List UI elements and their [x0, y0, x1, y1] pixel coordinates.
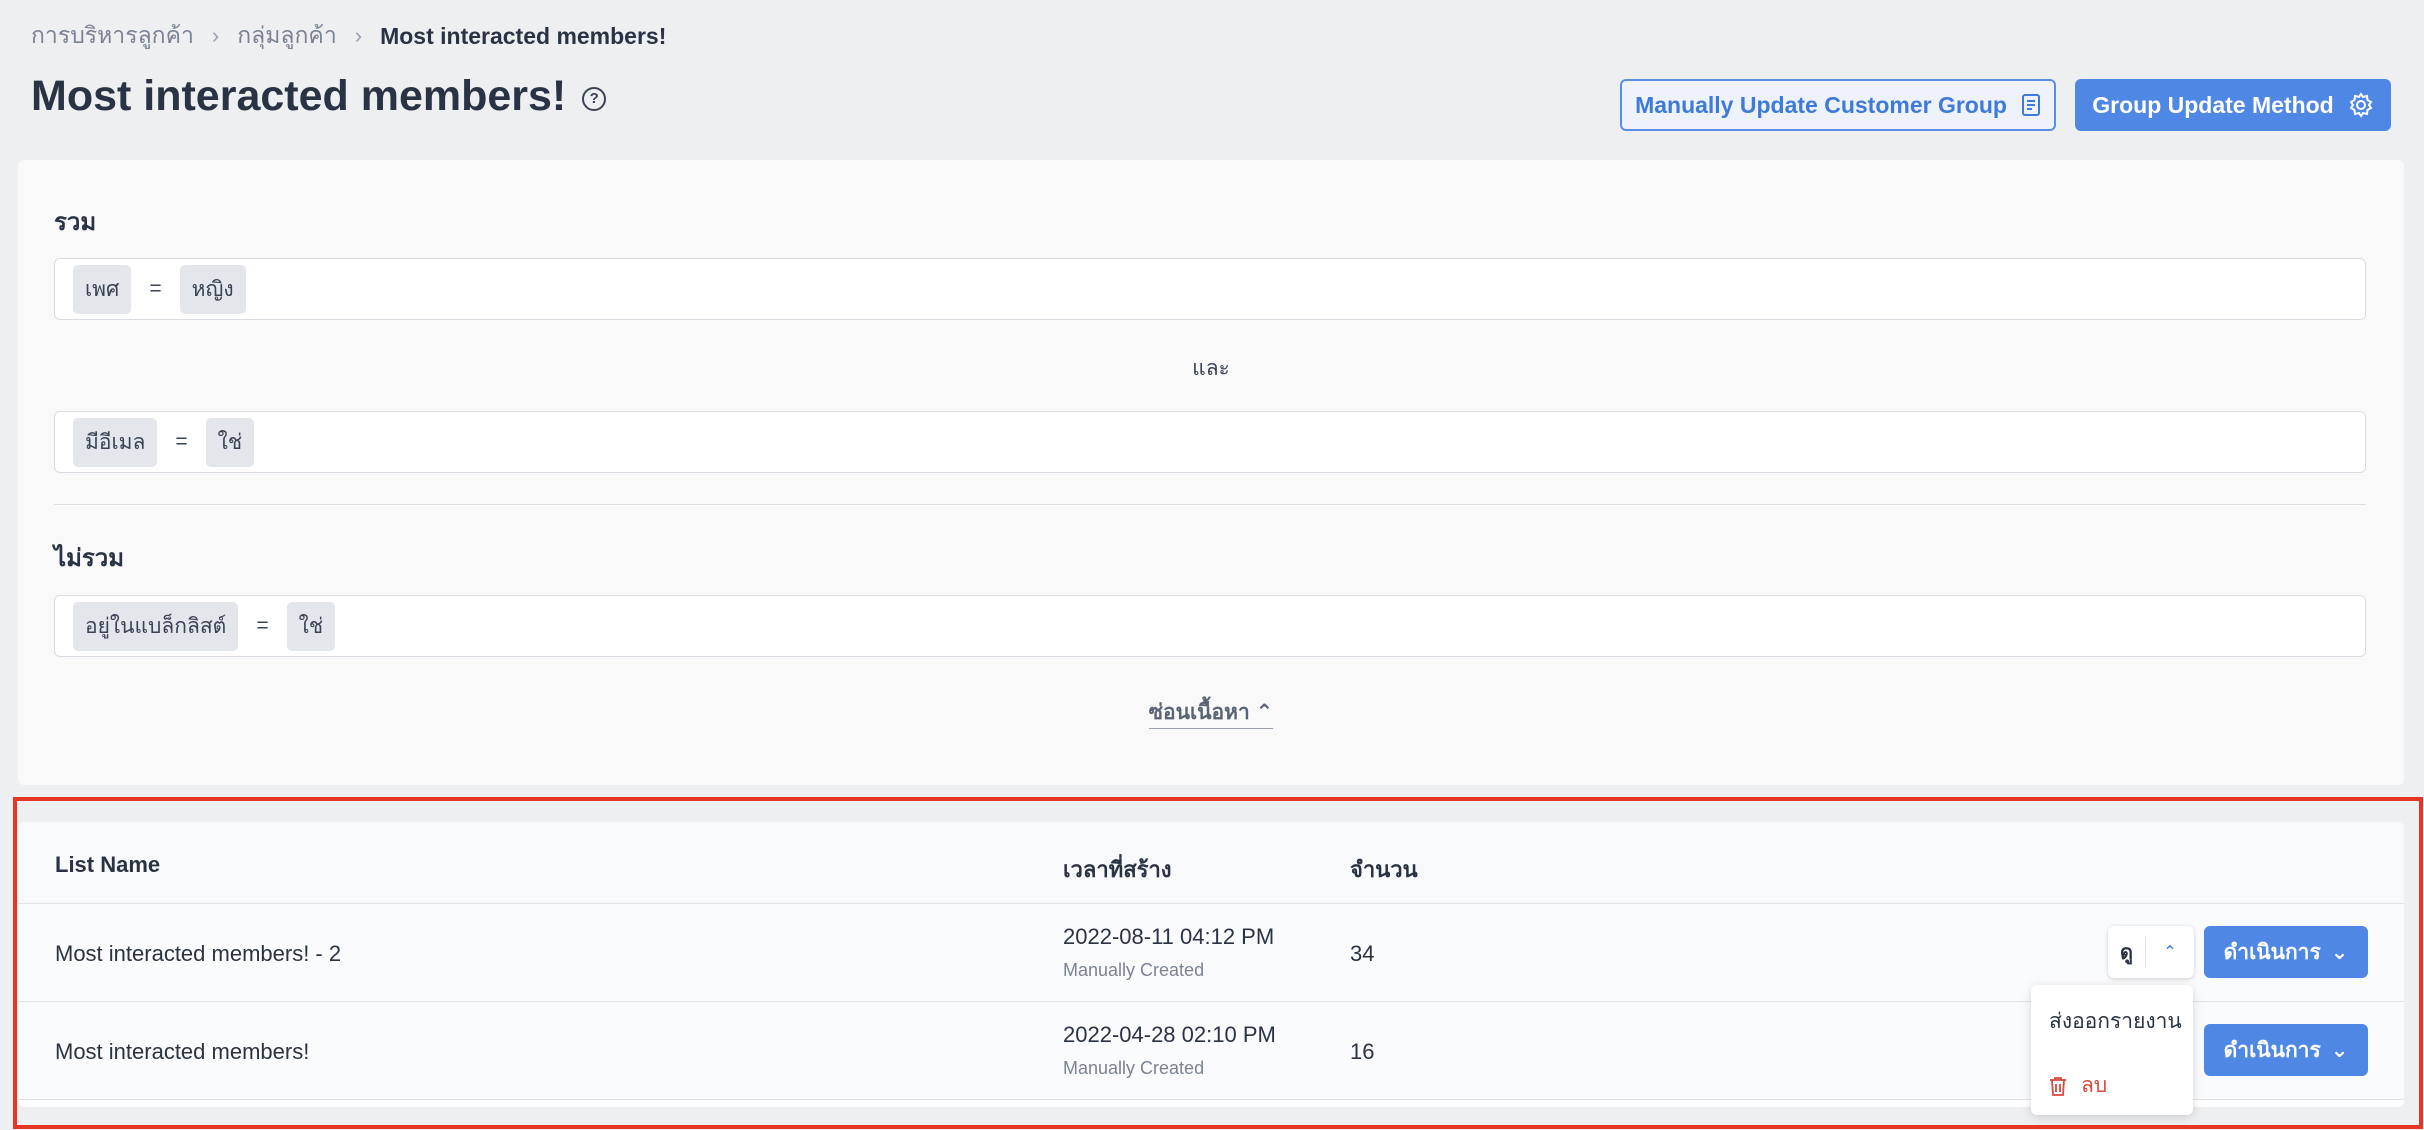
column-header-count: จำนวน: [1350, 857, 1418, 882]
group-update-method-label: Group Update Method: [2092, 91, 2334, 118]
page-title: Most interacted members! ?: [31, 72, 607, 121]
created-method-cell: Manually Created: [1063, 960, 1205, 980]
table-header: List Name เวลาที่สร้าง จำนวน: [18, 822, 2404, 904]
view-split-button: ดู ⌃: [2108, 926, 2194, 978]
condition-operator: =: [149, 277, 162, 300]
condition-box-email: มีอีเมล = ใช่: [54, 411, 2366, 473]
list-name-cell: Most interacted members! - 2: [55, 941, 342, 966]
help-icon[interactable]: ?: [582, 86, 607, 111]
delete-label: ลบ: [2081, 1074, 2108, 1097]
column-header-created-time: เวลาที่สร้าง: [1063, 857, 1172, 882]
action-dropdown-button[interactable]: ดำเนินการ ⌄: [2204, 926, 2368, 978]
include-label: รวม: [54, 209, 97, 236]
condition-operator: =: [175, 430, 188, 453]
chevron-right-icon: ›: [354, 23, 363, 48]
manually-update-customer-group-button[interactable]: Manually Update Customer Group: [1620, 79, 2056, 131]
chevron-up-icon[interactable]: ⌃: [2146, 942, 2194, 962]
clipboard-icon: [2021, 94, 2040, 116]
and-label: และ: [1192, 357, 1230, 380]
count-cell: 34: [1350, 941, 1375, 966]
trash-icon: [2050, 1076, 2066, 1096]
created-time-cell: 2022-04-28 02:10 PM: [1063, 1022, 1276, 1047]
created-time-cell: 2022-08-11 04:12 PM: [1063, 924, 1275, 949]
condition-operator: =: [256, 614, 269, 637]
group-update-method-button[interactable]: Group Update Method: [2075, 79, 2391, 131]
divider: [54, 504, 2366, 505]
gear-icon: [2349, 92, 2373, 118]
manually-update-label: Manually Update Customer Group: [1635, 91, 2007, 118]
count-cell: 16: [1350, 1039, 1375, 1064]
created-method-cell: Manually Created: [1063, 1058, 1205, 1078]
page-title-text: Most interacted members!: [31, 72, 567, 120]
list-name-cell: Most interacted members!: [55, 1039, 310, 1064]
chevron-down-icon: ⌄: [2330, 1038, 2349, 1062]
breadcrumb: การบริหารลูกค้า › กลุ่มลูกค้า › Most int…: [31, 18, 666, 54]
condition-field-chip: อยู่ในแบล็กลิสต์: [73, 601, 239, 651]
condition-value-chip: ใช่: [286, 601, 336, 651]
chevron-right-icon: ›: [211, 23, 220, 48]
action-dropdown-button[interactable]: ดำเนินการ ⌄: [2204, 1024, 2368, 1076]
chevron-up-icon: ⌃: [1255, 701, 1274, 724]
condition-field-chip: มีอีเมล: [73, 417, 158, 467]
breadcrumb-current: Most interacted members!: [380, 22, 667, 49]
exclude-label: ไม่รวม: [54, 545, 125, 572]
view-dropdown-menu: ส่งออกรายงาน ลบ: [2031, 985, 2193, 1115]
filter-card: รวม เพศ = หญิง และ มีอีเมล = ใช่ ไม่รวม …: [18, 160, 2404, 785]
breadcrumb-customer-groups[interactable]: กลุ่มลูกค้า: [237, 18, 337, 54]
action-label: ดำเนินการ: [2223, 1038, 2321, 1062]
breadcrumb-customer-management[interactable]: การบริหารลูกค้า: [31, 18, 194, 54]
chevron-down-icon: ⌄: [2330, 940, 2349, 964]
condition-value-chip: หญิง: [179, 264, 246, 314]
condition-value-chip: ใช่: [205, 417, 255, 467]
view-button[interactable]: ดู: [2108, 936, 2146, 968]
condition-box-gender: เพศ = หญิง: [54, 258, 2366, 320]
export-report-menu-item[interactable]: ส่งออกรายงาน: [2049, 1005, 2182, 1038]
delete-menu-item[interactable]: ลบ: [2049, 1069, 2107, 1102]
action-label: ดำเนินการ: [2223, 940, 2321, 964]
hide-content-link[interactable]: ซ่อนเนื้อหา ⌃: [18, 696, 2404, 729]
hide-content-label: ซ่อนเนื้อหา: [1148, 701, 1250, 724]
condition-field-chip: เพศ: [73, 264, 132, 314]
condition-box-blacklist: อยู่ในแบล็กลิสต์ = ใช่: [54, 595, 2366, 657]
column-header-list-name: List Name: [55, 852, 161, 877]
